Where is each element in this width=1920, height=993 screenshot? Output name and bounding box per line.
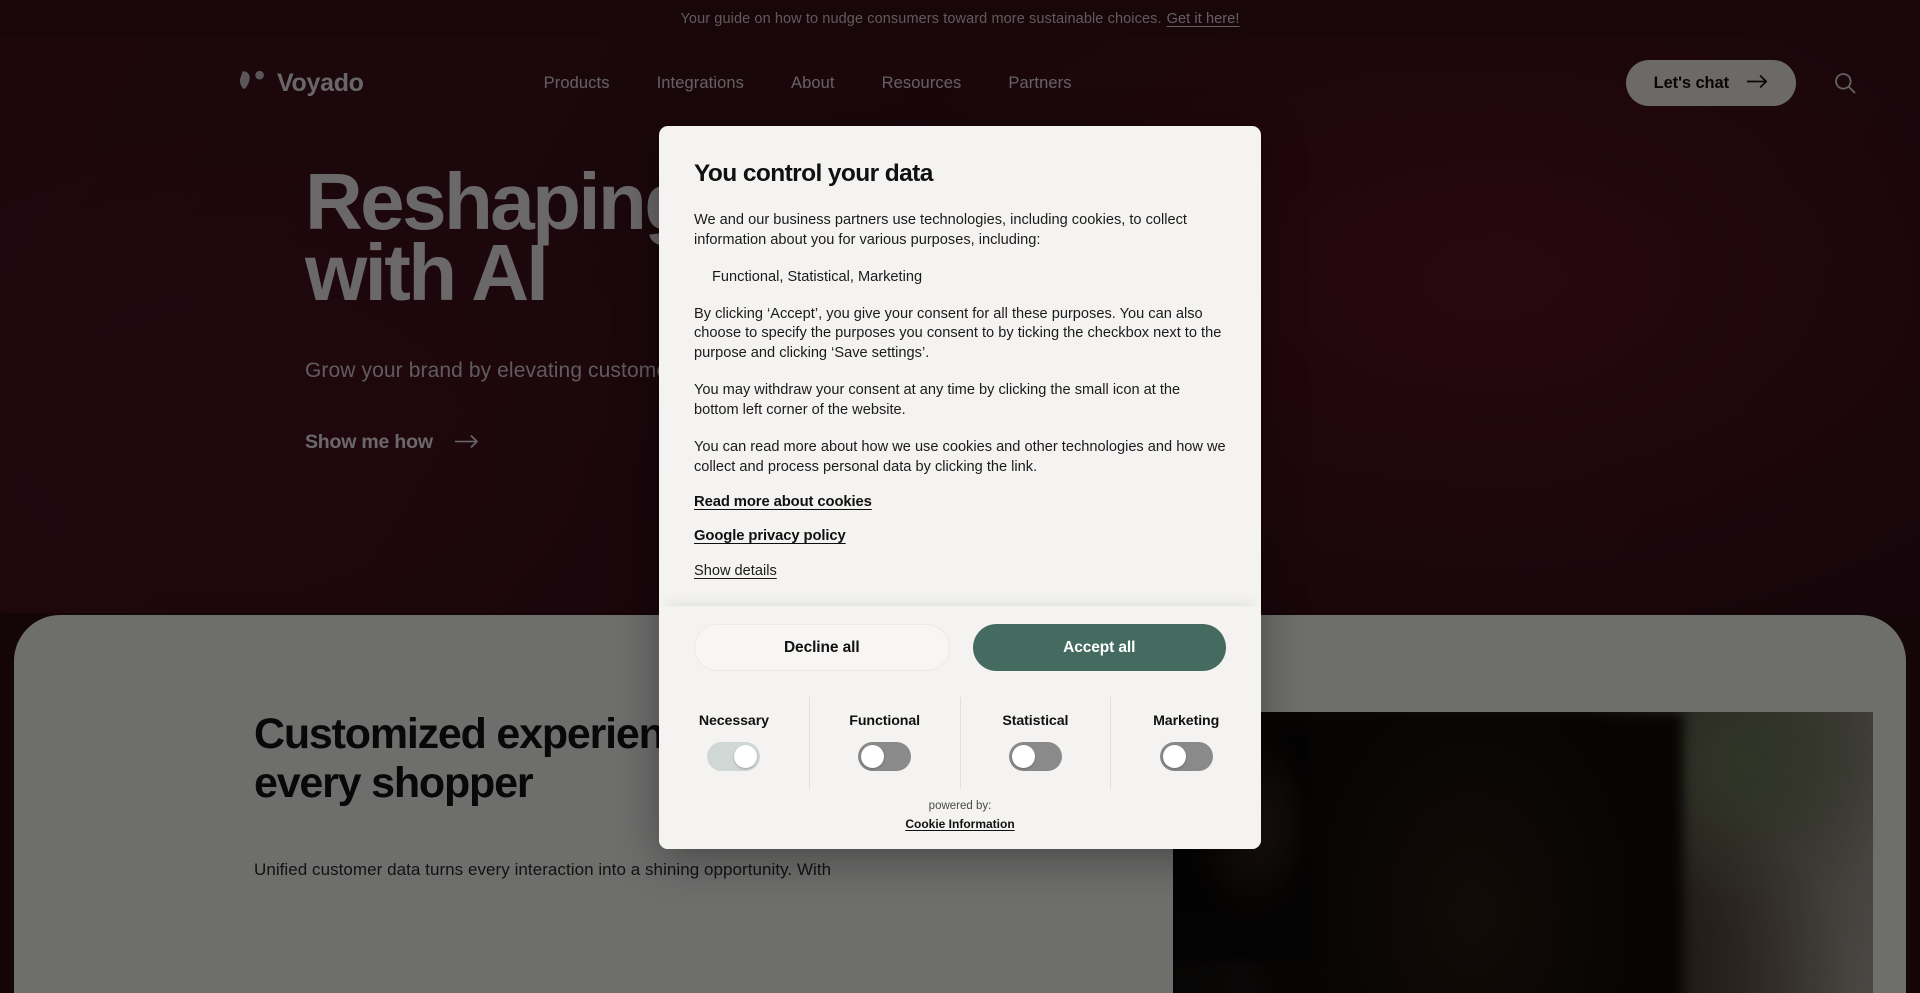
toggle-knob	[734, 745, 758, 769]
accept-all-button[interactable]: Accept all	[972, 624, 1226, 672]
toggle-label-necessary: Necessary	[698, 713, 769, 730]
cookie-paragraph-2: By clicking ‘Accept’, you give your cons…	[694, 305, 1222, 362]
cookie-dialog-actions: Decline all Accept all	[659, 606, 1261, 698]
toggle-knob	[861, 745, 885, 769]
powered-by-label: powered by:	[928, 800, 992, 813]
cookie-dialog-footer: powered by: Cookie Information	[659, 795, 1261, 850]
read-more-cookies-link[interactable]: Read more about cookies	[694, 494, 1226, 510]
toggle-column-necessary: Necessary	[659, 697, 809, 789]
toggle-switch-functional[interactable]	[858, 742, 912, 772]
cookie-information-link[interactable]: Cookie Information	[905, 817, 1014, 833]
cookie-categories: Functional, Statistical, Marketing	[712, 268, 923, 285]
toggle-switch-necessary	[707, 742, 761, 772]
toggle-switch-marketing[interactable]	[1159, 742, 1213, 772]
cookie-consent-dialog: You control your data We and our busines…	[659, 126, 1261, 850]
cookie-dialog-body: You control your data We and our busines…	[659, 126, 1261, 606]
page-root: Your guide on how to nudge consumers tow…	[0, 0, 1920, 993]
toggle-knob	[1162, 745, 1186, 769]
cookie-category-toggles: Necessary Functional Statistical Marketi…	[659, 697, 1261, 796]
show-details-link[interactable]: Show details	[694, 563, 777, 579]
toggle-label-functional: Functional	[849, 713, 920, 730]
toggle-column-marketing: Marketing	[1110, 697, 1261, 790]
toggle-switch-statistical[interactable]	[1008, 742, 1062, 772]
toggle-column-functional: Functional	[808, 697, 960, 790]
decline-all-button[interactable]: Decline all	[694, 624, 950, 672]
cookie-dialog-title: You control your data	[694, 160, 933, 187]
cookie-paragraph-1: We and our business partners use technol…	[694, 212, 1187, 248]
google-privacy-policy-link[interactable]: Google privacy policy	[694, 528, 1226, 544]
toggle-label-statistical: Statistical	[1002, 713, 1069, 730]
cookie-paragraph-4: You can read more about how we use cooki…	[694, 438, 1226, 475]
toggle-knob	[1011, 745, 1035, 769]
toggle-label-marketing: Marketing	[1153, 713, 1220, 730]
toggle-column-statistical: Statistical	[959, 697, 1111, 790]
cookie-paragraph-3: You may withdraw your consent at any tim…	[694, 382, 1181, 418]
